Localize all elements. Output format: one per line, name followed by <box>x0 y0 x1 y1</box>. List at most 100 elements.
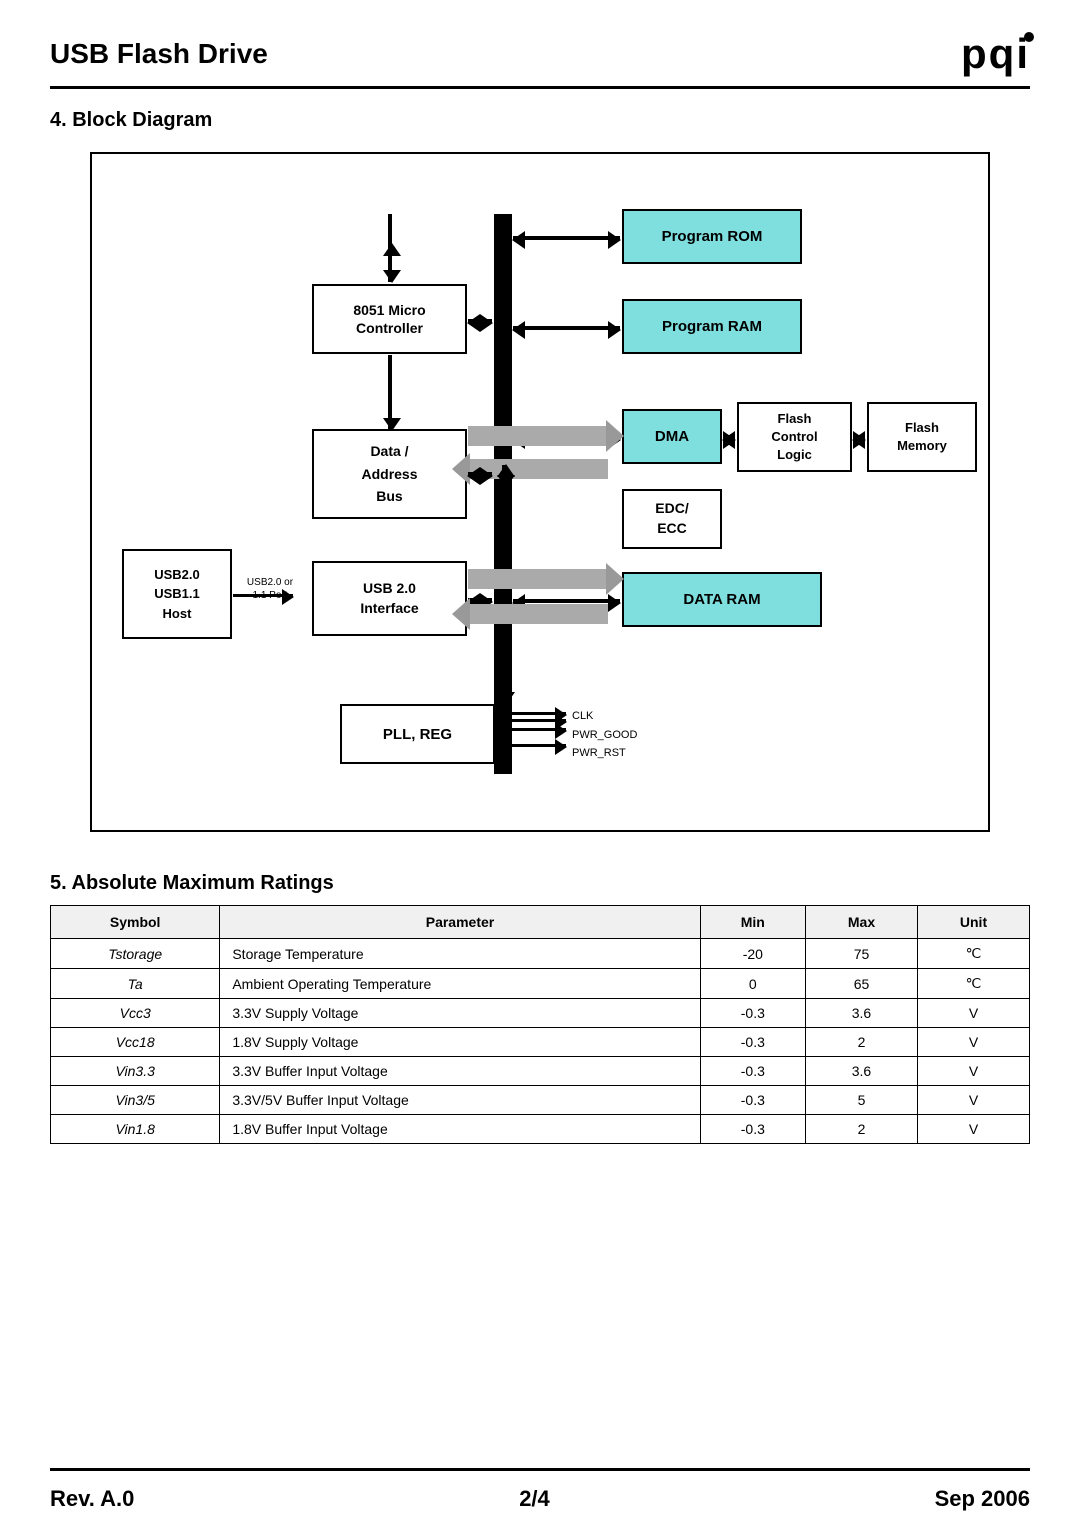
edc-ecc-label: EDC/ ECC <box>655 499 688 538</box>
program-rom-box: Program ROM <box>622 209 802 264</box>
data-address-bus-box: Data / Address Bus <box>312 429 467 519</box>
flash-memory-label: Flash Memory <box>897 419 947 455</box>
table-row: Vin3/5 3.3V/5V Buffer Input Voltage -0.3… <box>51 1086 1030 1115</box>
data-ram-box: DATA RAM <box>622 572 822 627</box>
flash-control-label: Flash Control Logic <box>771 410 817 465</box>
cell-symbol: Vin1.8 <box>51 1115 220 1144</box>
clk-label: CLK <box>572 707 637 726</box>
cell-parameter: 3.3V Supply Voltage <box>220 999 700 1028</box>
arrow-fcl-to-fm <box>853 436 865 440</box>
cell-parameter: Ambient Operating Temperature <box>220 969 700 999</box>
col-parameter: Parameter <box>220 906 700 939</box>
col-min: Min <box>700 906 805 939</box>
table-row: Vin1.8 1.8V Buffer Input Voltage -0.3 2 … <box>51 1115 1030 1144</box>
logo-text: pqi <box>961 30 1030 78</box>
logo: pqi <box>961 30 1030 78</box>
cell-min: -0.3 <box>700 1086 805 1115</box>
arrow-usb-host-to-intf <box>233 594 293 597</box>
logo-dot <box>1024 32 1034 42</box>
arrow-usb-intf-to-bus <box>468 598 492 602</box>
data-address-bus-label: Data / Address Bus <box>361 440 417 507</box>
cell-parameter: 3.3V/5V Buffer Input Voltage <box>220 1086 700 1115</box>
page-footer: Rev. A.0 2/4 Sep 2006 <box>50 1468 1030 1527</box>
cell-parameter: 1.8V Buffer Input Voltage <box>220 1115 700 1144</box>
micro-controller-label: 8051 Micro Controller <box>353 301 425 337</box>
signal-labels: CLK PWR_GOOD PWR_RST <box>572 707 637 763</box>
arrow-pwr-rst <box>496 744 566 747</box>
cell-symbol: Tstorage <box>51 939 220 969</box>
cell-max: 65 <box>805 969 917 999</box>
cell-unit: V <box>918 1115 1030 1144</box>
ratings-table: Symbol Parameter Min Max Unit Tstorage S… <box>50 905 1030 1144</box>
col-symbol: Symbol <box>51 906 220 939</box>
section-4-title: 4. Block Diagram <box>50 109 1030 132</box>
cell-max: 3.6 <box>805 999 917 1028</box>
program-ram-box: Program RAM <box>622 299 802 354</box>
cell-max: 5 <box>805 1086 917 1115</box>
micro-controller-box: 8051 Micro Controller <box>312 284 467 354</box>
page-header: USB Flash Drive pqi <box>50 30 1030 89</box>
pwr-good-label: PWR_GOOD <box>572 726 637 745</box>
bus-arrow-usb-right <box>468 569 608 589</box>
cell-max: 3.6 <box>805 1057 917 1086</box>
arrow-mc-down <box>388 355 392 430</box>
col-unit: Unit <box>918 906 1030 939</box>
cell-unit: ℃ <box>918 969 1030 999</box>
cell-parameter: 3.3V Buffer Input Voltage <box>220 1057 700 1086</box>
footer-center: 2/4 <box>519 1486 550 1512</box>
cell-symbol: Vin3.3 <box>51 1057 220 1086</box>
arrow-mc-to-bus <box>468 319 492 323</box>
cell-min: -0.3 <box>700 1057 805 1086</box>
edc-ecc-box: EDC/ ECC <box>622 489 722 549</box>
block-diagram: Program ROM 8051 Micro Controller Progra… <box>90 152 990 832</box>
cell-max: 75 <box>805 939 917 969</box>
cell-unit: V <box>918 1057 1030 1086</box>
cell-max: 2 <box>805 1115 917 1144</box>
cell-symbol: Vin3/5 <box>51 1086 220 1115</box>
cell-unit: ℃ <box>918 939 1030 969</box>
cell-min: -0.3 <box>700 1028 805 1057</box>
table-row: Vin3.3 3.3V Buffer Input Voltage -0.3 3.… <box>51 1057 1030 1086</box>
cell-symbol: Vcc18 <box>51 1028 220 1057</box>
table-row: Vcc18 1.8V Supply Voltage -0.3 2 V <box>51 1028 1030 1057</box>
table-row: Tstorage Storage Temperature -20 75 ℃ <box>51 939 1030 969</box>
cell-min: -0.3 <box>700 1115 805 1144</box>
table-header-row: Symbol Parameter Min Max Unit <box>51 906 1030 939</box>
arrow-dma-to-fcl <box>723 436 735 440</box>
pwr-rst-label: PWR_RST <box>572 744 637 763</box>
footer-right: Sep 2006 <box>935 1486 1030 1512</box>
cell-parameter: 1.8V Supply Voltage <box>220 1028 700 1057</box>
arrow-mc-vertical <box>388 244 392 282</box>
cell-max: 2 <box>805 1028 917 1057</box>
arrow-bus-mc <box>468 472 492 476</box>
usb-host-label: USB2.0 USB1.1 Host <box>154 565 200 624</box>
arrow-program-ram <box>513 326 620 330</box>
page: USB Flash Drive pqi 4. Block Diagram Pro… <box>0 0 1080 1527</box>
cell-symbol: Vcc3 <box>51 999 220 1028</box>
usb-host-box: USB2.0 USB1.1 Host <box>122 549 232 639</box>
arrow-edc-v <box>502 465 506 487</box>
section-5: 5. Absolute Maximum Ratings Symbol Param… <box>50 872 1030 1144</box>
arrow-clk <box>496 712 566 715</box>
dma-box: DMA <box>622 409 722 464</box>
arrow-bus-to-pll <box>502 644 506 704</box>
cell-min: 0 <box>700 969 805 999</box>
cell-parameter: Storage Temperature <box>220 939 700 969</box>
block-diagram-wrapper: Program ROM 8051 Micro Controller Progra… <box>50 152 1030 832</box>
cell-min: -0.3 <box>700 999 805 1028</box>
usb-interface-box: USB 2.0 Interface <box>312 561 467 636</box>
col-max: Max <box>805 906 917 939</box>
footer-left: Rev. A.0 <box>50 1486 134 1512</box>
pll-reg-box: PLL, REG <box>340 704 495 764</box>
section-5-title: 5. Absolute Maximum Ratings <box>50 872 1030 895</box>
cell-unit: V <box>918 999 1030 1028</box>
arrow-data-ram <box>513 599 620 603</box>
cell-min: -20 <box>700 939 805 969</box>
page-title: USB Flash Drive <box>50 38 268 70</box>
arrow-mc-top-line <box>388 214 392 246</box>
table-row: Vcc3 3.3V Supply Voltage -0.3 3.6 V <box>51 999 1030 1028</box>
flash-memory-box: Flash Memory <box>867 402 977 472</box>
usb-interface-label: USB 2.0 Interface <box>360 579 418 618</box>
table-row: Ta Ambient Operating Temperature 0 65 ℃ <box>51 969 1030 999</box>
arrow-pwr-good <box>496 728 566 731</box>
